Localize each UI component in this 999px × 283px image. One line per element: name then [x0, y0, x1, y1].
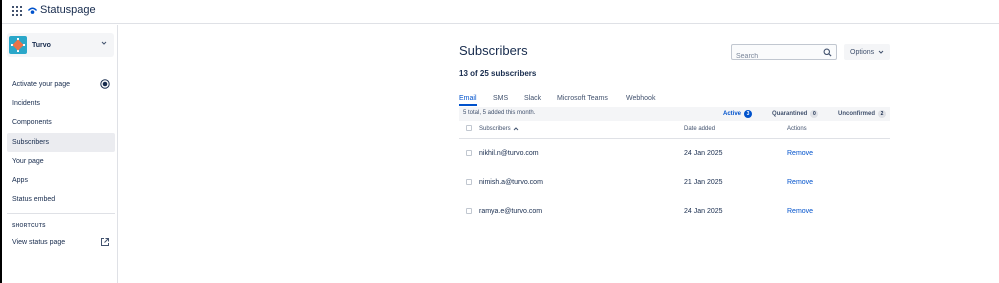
page-switcher[interactable]: Turvo — [7, 33, 114, 57]
sidebar: Turvo Activate your page Incidents Compo… — [2, 25, 118, 283]
page-name: Turvo — [32, 41, 51, 49]
remove-link[interactable]: Remove — [787, 208, 813, 215]
row-checkbox[interactable] — [466, 150, 472, 156]
remove-link[interactable]: Remove — [787, 150, 813, 157]
tab-email[interactable]: Email — [459, 95, 477, 102]
sidebar-item-your-page[interactable]: Your page — [7, 152, 115, 171]
brand[interactable]: Statuspage — [28, 4, 96, 16]
count-badge: 2 — [878, 110, 887, 118]
sidebar-item-apps[interactable]: Apps — [7, 171, 115, 190]
sidebar-item-activate[interactable]: Activate your page — [7, 75, 115, 94]
column-label: Subscribers — [479, 126, 511, 132]
external-link-icon — [101, 238, 109, 246]
filter-bar: 5 total, 5 added this month. Active 3 Qu… — [459, 107, 890, 121]
brand-name: Statuspage — [40, 4, 96, 16]
statuspage-logo-icon — [28, 7, 37, 14]
grid-icon[interactable] — [12, 6, 22, 16]
sidebar-item-components[interactable]: Components — [7, 113, 115, 132]
chevron-down-icon — [101, 41, 107, 45]
date-added: 24 Jan 2025 — [684, 150, 723, 157]
column-date-added: Date added — [684, 126, 716, 132]
subscriber-count: 13 of 25 subscribers — [459, 69, 537, 78]
subscriber-email: ramya.e@turvo.com — [479, 208, 543, 215]
shortcut-view-status-page[interactable]: View status page — [7, 233, 115, 252]
count-badge: 0 — [810, 110, 819, 118]
sort-ascending-icon — [513, 127, 519, 131]
page-logo — [9, 36, 27, 54]
sidebar-item-incidents[interactable]: Incidents — [7, 94, 115, 113]
date-added: 21 Jan 2025 — [684, 179, 723, 186]
sidebar-item-label: Status embed — [12, 196, 56, 203]
search-box[interactable] — [731, 44, 837, 64]
app-window: Statuspage Turvo Activate your page Inci… — [0, 0, 999, 283]
sidebar-item-label: Activate your page — [12, 81, 70, 88]
filter-label: Unconfirmed — [838, 111, 876, 117]
active-tab-indicator — [459, 104, 477, 106]
page-title: Subscribers — [459, 43, 528, 58]
date-added: 24 Jan 2025 — [684, 208, 723, 215]
shortcuts-heading: SHORTCUTS — [12, 223, 46, 229]
top-bar: Statuspage — [2, 0, 999, 24]
column-subscribers[interactable]: Subscribers — [479, 126, 519, 132]
sidebar-divider — [7, 213, 115, 214]
activate-status-icon — [100, 79, 110, 89]
table-header: Subscribers Date added Actions — [459, 123, 890, 139]
search-input[interactable] — [732, 49, 818, 64]
chevron-down-icon — [878, 50, 884, 54]
sidebar-item-label: Apps — [12, 177, 28, 184]
sidebar-item-label: Subscribers — [12, 139, 49, 146]
filter-label: Quarantined — [772, 111, 808, 117]
main-content: Subscribers 13 of 25 subscribers Options… — [119, 25, 999, 283]
filter-label: Active — [723, 111, 742, 117]
count-badge: 3 — [744, 110, 753, 118]
shortcut-label: View status page — [12, 239, 66, 246]
row-checkbox[interactable] — [466, 179, 472, 185]
column-actions: Actions — [787, 126, 807, 132]
subscriber-email: nikhil.n@turvo.com — [479, 150, 539, 157]
sidebar-item-subscribers[interactable]: Subscribers — [7, 133, 115, 152]
tab-microsoft-teams[interactable]: Microsoft Teams — [557, 95, 608, 102]
filter-quarantined[interactable]: Quarantined 0 — [772, 110, 819, 118]
sidebar-item-label: Incidents — [12, 100, 41, 107]
options-label: Options — [850, 48, 875, 56]
subscriber-email: nimish.a@turvo.com — [479, 179, 543, 186]
row-checkbox[interactable] — [466, 208, 472, 214]
tab-sms[interactable]: SMS — [493, 95, 508, 102]
filter-unconfirmed[interactable]: Unconfirmed 2 — [838, 110, 887, 118]
sidebar-item-status-embed[interactable]: Status embed — [7, 190, 115, 209]
remove-link[interactable]: Remove — [787, 179, 813, 186]
filter-active[interactable]: Active 3 — [723, 110, 753, 118]
search-icon[interactable] — [823, 48, 832, 57]
options-button[interactable]: Options — [844, 44, 890, 60]
sidebar-item-label: Your page — [12, 158, 44, 165]
table-row: nikhil.n@turvo.com 24 Jan 2025 Remove — [459, 139, 890, 168]
tab-webhook[interactable]: Webhook — [626, 95, 655, 102]
subscriber-summary: 5 total, 5 added this month. — [463, 110, 536, 116]
sidebar-item-label: Components — [12, 119, 52, 126]
table-row: nimish.a@turvo.com 21 Jan 2025 Remove — [459, 168, 890, 197]
select-all-checkbox[interactable] — [466, 125, 472, 131]
table-row: ramya.e@turvo.com 24 Jan 2025 Remove — [459, 197, 890, 226]
tab-slack[interactable]: Slack — [524, 95, 541, 102]
